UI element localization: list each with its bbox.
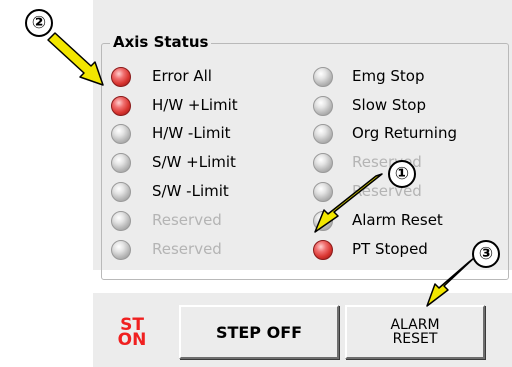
callout-3: ③ — [472, 240, 500, 268]
annotation-arrows — [47, 32, 475, 307]
callout-2-arrow — [47, 32, 104, 86]
callout-2: ② — [25, 9, 53, 37]
callout-1: ① — [388, 160, 416, 188]
callout-1-arrow — [314, 173, 383, 233]
callout-3-arrow — [426, 257, 475, 307]
